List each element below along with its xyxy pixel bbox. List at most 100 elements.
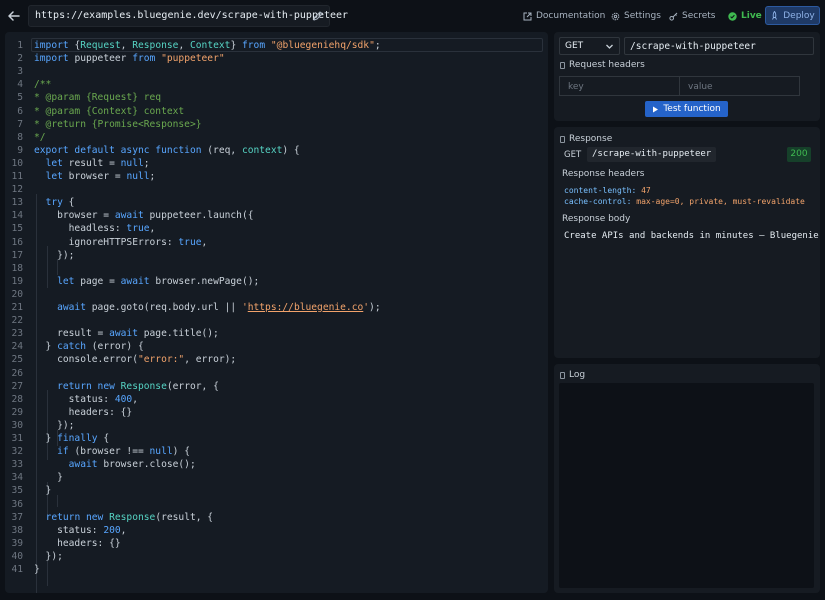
line-number: 6 (17, 105, 23, 117)
line-content: */ (34, 131, 46, 143)
request-headers-label: Request headers (560, 60, 645, 70)
line-content: } (34, 564, 40, 575)
line-number: 4 (17, 79, 23, 91)
line-number: 28 (11, 393, 23, 405)
line-content: console.error("error:", error); (34, 354, 237, 366)
status-badge: 200 (787, 147, 811, 162)
line-number: 38 (11, 524, 23, 536)
code-line: 13 try { (5, 196, 548, 209)
line-number: 32 (11, 446, 23, 458)
line-content: status: 400, (34, 393, 138, 405)
code-line: 3 (5, 65, 548, 78)
line-content: } finally { (34, 433, 110, 444)
pencil-icon[interactable] (311, 10, 324, 23)
code-line: 29 headers: {} (5, 406, 548, 419)
collapse-icon[interactable] (560, 135, 565, 143)
rocket-icon (772, 11, 778, 20)
code-line: 16 ignoreHTTPSErrors: true, (5, 236, 548, 249)
line-number: 2 (17, 53, 23, 65)
log-label: Log (560, 370, 585, 380)
method-value: GET (565, 41, 584, 51)
chevron-down-icon (606, 44, 613, 49)
code-line: 35 } (5, 484, 548, 497)
back-button[interactable] (4, 6, 24, 26)
collapse-icon[interactable] (560, 371, 565, 379)
test-function-button[interactable]: Test function (645, 101, 728, 117)
url-field[interactable]: https://examples.bluegenie.dev/scrape-wi… (28, 5, 348, 27)
code-line: 22 (5, 314, 548, 327)
code-line: 8 */ (5, 131, 548, 144)
response-header-row: cache-control: max-age=0, private, must-… (564, 197, 805, 206)
line-content: let browser = null; (45, 171, 156, 182)
line-content: ignoreHTTPSErrors: true, (34, 236, 208, 248)
response-path: /scrape-with-puppeteer (587, 147, 717, 162)
collapse-icon[interactable] (560, 61, 565, 69)
method-select[interactable]: GET (559, 37, 620, 55)
line-number: 9 (17, 144, 23, 156)
deploy-button[interactable]: Deploy (765, 6, 820, 25)
secrets-link[interactable]: Secrets (669, 9, 715, 23)
code-line: 12 (5, 183, 548, 196)
code-line: 17 }); (5, 249, 548, 262)
documentation-link[interactable]: Documentation (523, 9, 605, 23)
header-key-input[interactable]: key (559, 76, 680, 96)
line-content: * @param {Request} req (34, 92, 162, 104)
code-line: 32 if (browser !== null) { (5, 445, 548, 458)
code-line: 6 * @param {Context} context (5, 105, 548, 118)
line-number: 19 (11, 275, 23, 287)
line-content: try { (45, 197, 75, 209)
code-line: 36 (5, 498, 548, 511)
code-line: 27 return new Response(error, { (5, 380, 548, 393)
code-line: 25 console.error("error:", error); (5, 353, 548, 366)
line-number: 31 (11, 433, 23, 444)
live-status[interactable]: Live (728, 9, 762, 23)
line-number: 14 (11, 210, 23, 222)
line-number: 20 (11, 288, 23, 300)
settings-link[interactable]: Settings (611, 9, 661, 23)
line-number: 3 (17, 66, 23, 78)
path-input[interactable]: /scrape-with-puppeteer (624, 37, 814, 55)
code-line: 26 (5, 367, 548, 380)
secrets-label: Secrets (682, 11, 716, 21)
line-content: } (34, 472, 63, 484)
line-content: export default async function (req, cont… (34, 144, 300, 156)
line-content: headers: {} (34, 406, 133, 418)
deploy-label: Deploy (783, 10, 815, 21)
log-output[interactable] (559, 383, 814, 588)
line-content: browser = await puppeteer.launch({ (34, 210, 254, 222)
response-panel: Response GET /scrape-with-puppeteer 200 … (554, 127, 820, 358)
code-line: 24 } catch (error) { (5, 340, 548, 353)
header-key: content-length (564, 186, 632, 195)
line-number: 18 (11, 262, 23, 274)
line-content: let result = null; (45, 157, 150, 169)
header-value-input[interactable]: value (679, 76, 800, 96)
response-headers-label: Response headers (562, 169, 644, 179)
arrow-left-icon (8, 11, 20, 21)
line-content: } catch (error) { (34, 341, 144, 353)
settings-label: Settings (624, 11, 661, 21)
code-line: 31 } finally { (5, 432, 548, 445)
response-method: GET (564, 150, 582, 160)
code-line: 21 await page.goto(req.body.url || 'http… (5, 301, 548, 314)
external-link-icon (523, 12, 532, 20)
line-number: 10 (11, 157, 23, 169)
code-line: 20 (5, 288, 548, 301)
top-bar: https://examples.bluegenie.dev/scrape-wi… (0, 0, 825, 32)
code-line: 33 await browser.close(); (5, 458, 548, 471)
line-number: 8 (17, 131, 23, 143)
code-line: 39 headers: {} (5, 537, 548, 550)
header-value-placeholder: value (688, 82, 713, 92)
response-header-row: content-length: 47 (564, 186, 651, 195)
code-line: 18 (5, 262, 548, 275)
code-editor[interactable]: 1 import {Request, Response, Context} fro… (5, 32, 548, 593)
line-number: 1 (17, 40, 23, 51)
code-line: 11 let browser = null; (5, 170, 548, 183)
line-number: 25 (11, 354, 23, 366)
line-content: await browser.close(); (68, 459, 196, 471)
code-line: 38 status: 200, (5, 524, 548, 537)
code-line: 41} (5, 563, 548, 576)
code-line: 30 }); (5, 419, 548, 432)
line-number: 24 (11, 341, 23, 353)
line-content: import {Request, Response, Context} from… (34, 40, 381, 51)
code-line: 4 /** (5, 78, 548, 91)
